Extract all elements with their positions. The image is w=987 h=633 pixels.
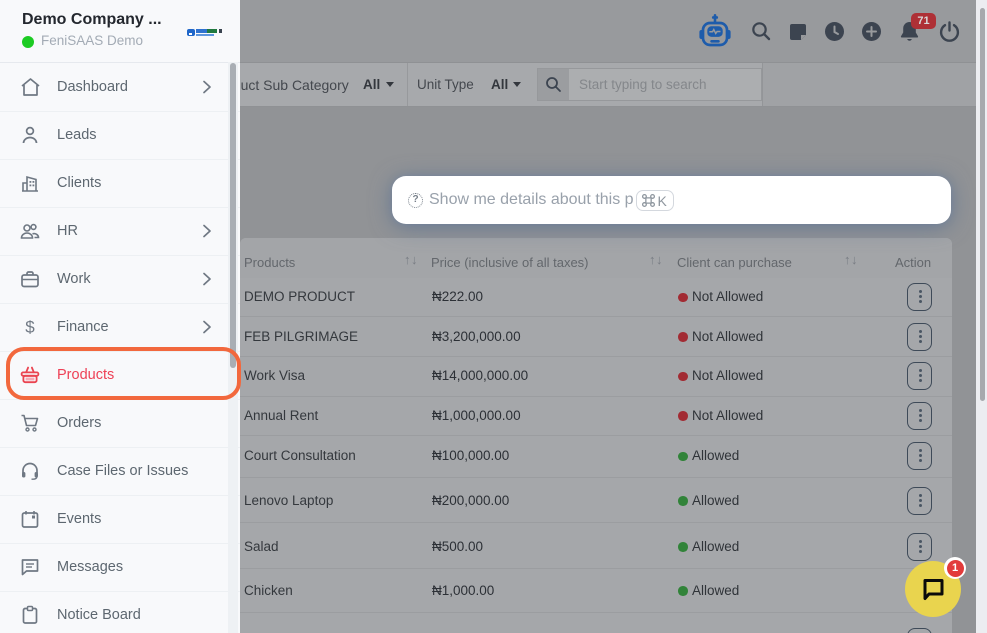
svg-text:$: $ — [25, 318, 35, 337]
